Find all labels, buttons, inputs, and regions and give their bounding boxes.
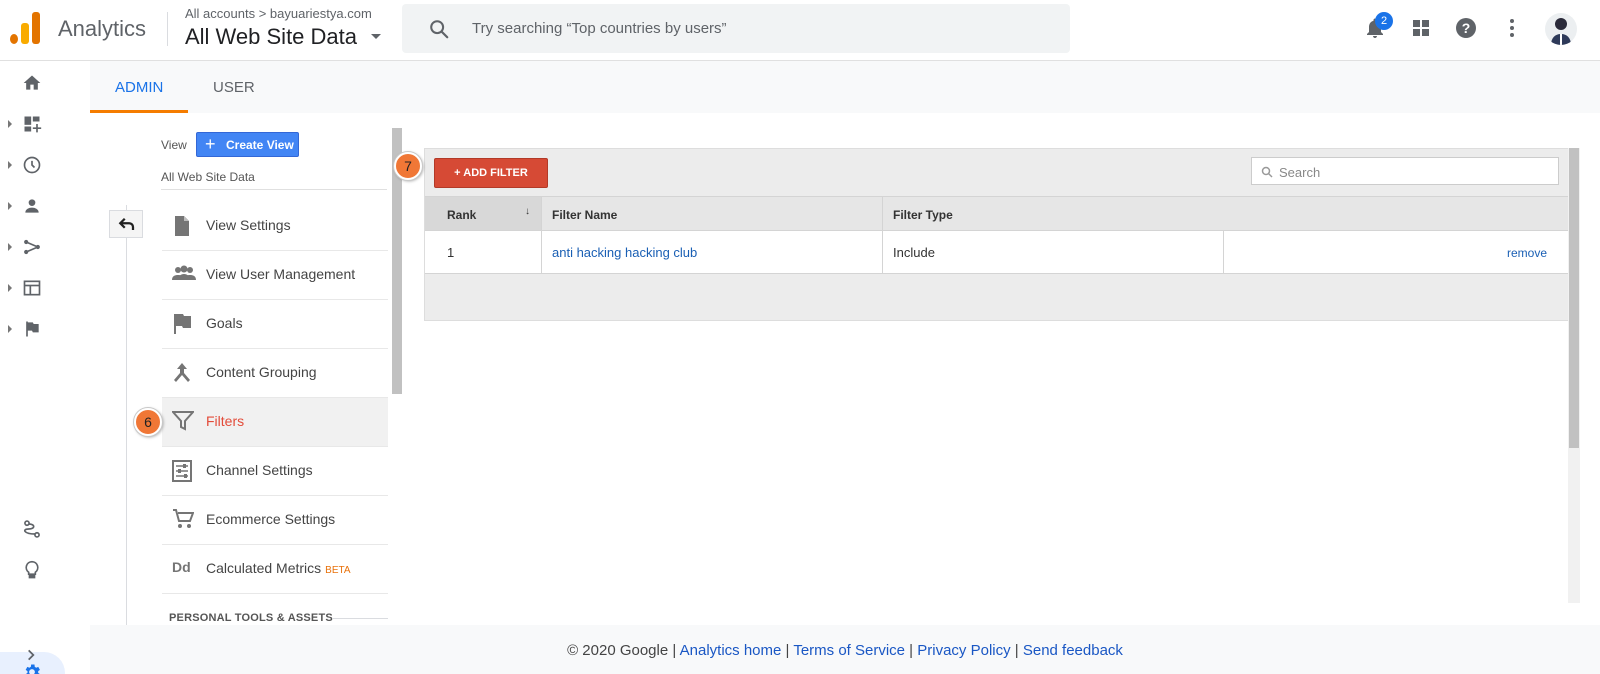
sort-down-icon[interactable]: ↓ xyxy=(525,206,530,217)
nav-attribution[interactable] xyxy=(0,509,89,549)
menu-channel-settings[interactable]: Channel Settings xyxy=(162,447,388,496)
plus-icon: + xyxy=(205,134,216,154)
app-name: Analytics xyxy=(58,16,147,41)
avatar[interactable] xyxy=(1545,13,1577,45)
dd-icon: Dd xyxy=(172,559,191,575)
tab-admin[interactable]: ADMIN xyxy=(115,79,163,96)
menu-filters[interactable]: Filters xyxy=(162,398,388,447)
menu-content-grouping[interactable]: Content Grouping xyxy=(162,349,388,398)
table-header: Rank Filter Name Filter Type xyxy=(425,196,1569,231)
nav-realtime[interactable] xyxy=(0,145,89,185)
apps-grid-icon[interactable] xyxy=(1409,16,1433,40)
cell-filter-type: Include xyxy=(893,245,935,260)
chevron-right-icon[interactable] xyxy=(24,648,38,662)
view-name-underline xyxy=(161,189,387,190)
cart-icon xyxy=(173,509,194,528)
footer-link-terms[interactable]: Terms of Service xyxy=(793,642,905,659)
footer-link-privacy[interactable]: Privacy Policy xyxy=(917,642,1010,659)
top-bar: Analytics All accounts > bayuariestya.co… xyxy=(0,0,1600,61)
col-filter-name-header[interactable]: Filter Name xyxy=(552,208,617,222)
search-icon xyxy=(430,20,449,39)
nav-admin[interactable] xyxy=(0,652,89,674)
merge-icon xyxy=(174,363,190,382)
section-divider xyxy=(332,618,388,619)
col-filter-type-header[interactable]: Filter Type xyxy=(893,208,953,222)
rank-header-sorted xyxy=(425,197,541,230)
footer: © 2020 Google | Analytics home | Terms o… xyxy=(90,625,1600,674)
add-filter-button[interactable]: + ADD FILTER xyxy=(434,158,548,188)
collapse-columns-button[interactable] xyxy=(109,210,143,238)
tab-user[interactable]: USER xyxy=(213,79,255,96)
col-divider xyxy=(882,196,883,274)
filter-icon xyxy=(172,411,194,431)
page-icon xyxy=(175,216,189,236)
people-icon xyxy=(172,265,196,280)
menu-ecommerce-settings[interactable]: Ecommerce Settings xyxy=(162,496,388,545)
dashboard-icon xyxy=(24,116,42,133)
beta-badge: BETA xyxy=(325,565,351,576)
footer-link-analytics-home[interactable]: Analytics home xyxy=(680,642,782,659)
filter-search-placeholder[interactable]: Search xyxy=(1279,165,1320,180)
svg-text:?: ? xyxy=(1462,20,1471,36)
left-nav-rail xyxy=(0,61,89,674)
account-breadcrumb[interactable]: All accounts > bayuariestya.com xyxy=(185,6,372,21)
view-label: View xyxy=(161,138,187,152)
menu-calculated-metrics[interactable]: Dd Calculated Metrics BETA xyxy=(162,545,388,594)
personal-tools-heading: PERSONAL TOOLS & ASSETS xyxy=(169,612,333,624)
flag-icon xyxy=(26,321,39,337)
menu-view-settings[interactable]: View Settings xyxy=(162,202,388,251)
global-search-box[interactable]: Try searching “Top countries by users” xyxy=(402,4,1070,53)
remove-filter-link[interactable]: remove xyxy=(1507,246,1547,260)
nav-behavior[interactable] xyxy=(0,268,89,308)
col-divider xyxy=(541,196,542,274)
cell-rank: 1 xyxy=(447,245,455,260)
layout-icon xyxy=(23,280,41,296)
column-divider-line xyxy=(126,205,127,625)
person-icon xyxy=(25,199,39,213)
notification-badge: 2 xyxy=(1375,12,1393,30)
nav-acquisition[interactable] xyxy=(0,227,89,267)
analytics-logo[interactable] xyxy=(10,12,40,44)
col-rank-header[interactable]: Rank xyxy=(447,208,476,222)
filter-search-input[interactable]: Search xyxy=(1251,157,1559,185)
attribution-icon xyxy=(23,520,40,538)
page-scrollbar-thumb[interactable] xyxy=(1569,148,1579,448)
clock-icon xyxy=(23,156,41,174)
back-arrow-icon xyxy=(118,217,135,230)
search-placeholder[interactable]: Try searching “Top countries by users” xyxy=(472,20,727,37)
menu-goals[interactable]: Goals xyxy=(162,300,388,349)
nav-discover[interactable] xyxy=(0,550,89,590)
table-row: 1 anti hacking hacking club Include remo… xyxy=(425,231,1569,274)
sliders-icon xyxy=(172,460,192,482)
more-vert-icon[interactable] xyxy=(1500,16,1524,40)
view-dropdown-caret-icon[interactable] xyxy=(371,34,381,39)
flow-icon xyxy=(24,239,40,255)
filter-name-link[interactable]: anti hacking hacking club xyxy=(552,245,697,260)
selected-view-name[interactable]: All Web Site Data xyxy=(161,170,255,184)
nav-home[interactable] xyxy=(0,63,89,103)
create-view-button[interactable]: + Create View xyxy=(196,132,299,157)
view-selector[interactable]: All Web Site Data xyxy=(185,24,357,50)
step-marker-filters: 6 xyxy=(134,408,162,436)
copyright: © 2020 Google xyxy=(567,642,669,659)
nav-conversions[interactable] xyxy=(0,309,89,349)
footer-link-feedback[interactable]: Send feedback xyxy=(1023,642,1123,659)
col-divider xyxy=(1223,231,1224,274)
help-icon[interactable]: ? xyxy=(1454,16,1478,40)
menu-view-user-management[interactable]: View User Management xyxy=(162,251,388,300)
lightbulb-icon xyxy=(25,560,39,579)
search-icon xyxy=(1261,166,1273,178)
nav-audience[interactable] xyxy=(0,186,89,226)
header-divider xyxy=(167,12,168,46)
admin-tabs: ADMIN USER xyxy=(90,61,1600,113)
gear-icon xyxy=(25,664,40,674)
home-icon xyxy=(23,75,41,90)
nav-customization[interactable] xyxy=(0,104,89,144)
step-marker-add-filter: 7 xyxy=(394,152,422,180)
flag-icon xyxy=(174,314,191,334)
